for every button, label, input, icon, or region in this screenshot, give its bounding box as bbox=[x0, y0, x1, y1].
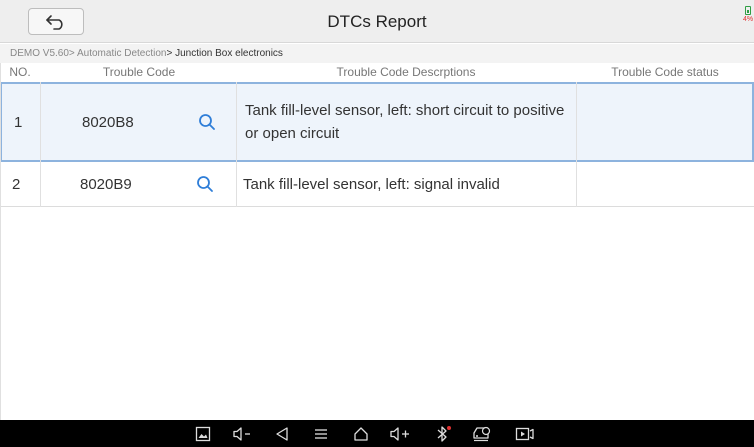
back-icon[interactable] bbox=[272, 424, 292, 443]
column-header-no: NO. bbox=[9, 65, 31, 79]
menu-icon[interactable] bbox=[311, 424, 331, 443]
title-bar: DTCs Report 4% bbox=[0, 0, 754, 43]
trouble-code-description: Tank fill-level sensor, left: signal inv… bbox=[243, 175, 500, 193]
breadcrumb-junction-box: > Junction Box electronics bbox=[166, 48, 283, 59]
column-header-description: Trouble Code Descrptions bbox=[336, 65, 476, 79]
breadcrumb-automatic-detection: > Automatic Detection bbox=[68, 48, 167, 59]
breadcrumb: DEMO V5.60> Automatic Detection> Junctio… bbox=[0, 44, 754, 63]
navigation-bar bbox=[0, 420, 754, 447]
trouble-code-description: Tank fill-level sensor, left: short circ… bbox=[245, 102, 565, 142]
table-row[interactable]: 2 8020B9 Tank fill-level sensor, left: s… bbox=[0, 162, 754, 206]
left-border bbox=[0, 63, 1, 420]
battery-indicator: 4% bbox=[742, 4, 754, 38]
table-header: NO. Trouble Code Trouble Code Descrption… bbox=[0, 63, 754, 82]
bluetooth-icon[interactable] bbox=[433, 424, 455, 443]
row-number: 1 bbox=[14, 113, 23, 131]
trouble-code: 8020B8 bbox=[82, 113, 134, 131]
trouble-code: 8020B9 bbox=[80, 175, 132, 193]
vci-car-icon[interactable] bbox=[470, 424, 494, 443]
row-number: 2 bbox=[12, 175, 21, 193]
column-divider bbox=[40, 82, 41, 207]
battery-percent: 4% bbox=[742, 16, 754, 23]
table-row[interactable]: 1 8020B8 Tank fill-level sensor, left: s… bbox=[0, 82, 754, 162]
search-icon[interactable] bbox=[193, 162, 217, 206]
row-divider bbox=[0, 206, 754, 207]
volume-down-icon[interactable] bbox=[231, 424, 255, 443]
screenshot-icon[interactable] bbox=[193, 424, 213, 443]
column-divider bbox=[236, 82, 237, 207]
search-icon[interactable] bbox=[195, 84, 219, 160]
breadcrumb-demo: DEMO V5.60 bbox=[10, 48, 69, 59]
home-icon[interactable] bbox=[351, 424, 371, 443]
screen-record-icon[interactable] bbox=[514, 424, 536, 443]
column-header-trouble-code: Trouble Code bbox=[102, 65, 176, 79]
column-header-status: Trouble Code status bbox=[611, 65, 719, 79]
column-divider bbox=[576, 82, 577, 207]
page-title: DTCs Report bbox=[327, 12, 427, 31]
battery-icon bbox=[745, 6, 751, 15]
volume-up-icon[interactable] bbox=[388, 424, 414, 443]
